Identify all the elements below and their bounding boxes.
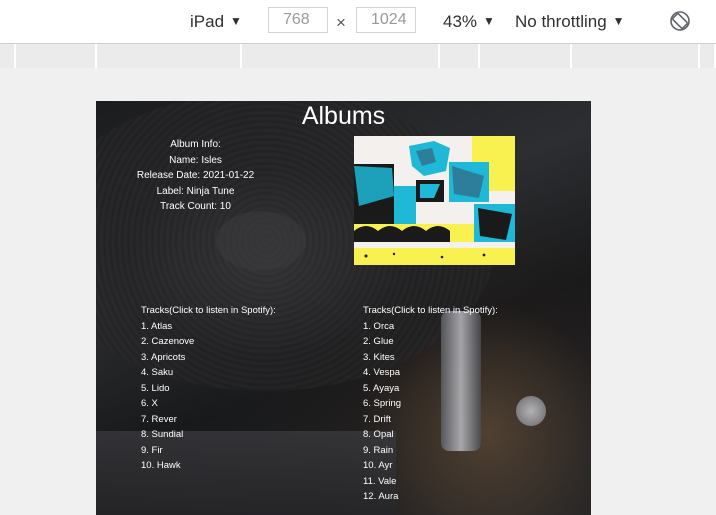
track-item[interactable]: 1. Atlas [141, 319, 276, 335]
media-query-segment[interactable] [440, 44, 480, 68]
track-item[interactable]: 3. Apricots [141, 350, 276, 366]
media-query-segment[interactable] [480, 44, 572, 68]
media-query-segment[interactable] [700, 44, 716, 68]
track-item[interactable]: 12. Aura [363, 489, 498, 505]
media-query-segment[interactable] [242, 44, 440, 68]
track-item[interactable]: 11. Vale [363, 474, 498, 490]
track-item[interactable]: 8. Opal [363, 427, 498, 443]
caret-down-icon: ▼ [483, 14, 495, 28]
device-toolbar: iPad ▼ × 43% ▼ No throttling ▼ [0, 0, 716, 44]
track-item[interactable]: 10. Ayr [363, 458, 498, 474]
zoom-select[interactable]: 43% ▼ [443, 10, 495, 33]
media-query-segment[interactable] [16, 44, 97, 68]
track-item[interactable]: 8. Sundial [141, 427, 276, 443]
track-item[interactable]: 5. Lido [141, 381, 276, 397]
track-item[interactable]: 6. X [141, 396, 276, 412]
track-list-left: Tracks(Click to listen in Spotify): 1. A… [141, 303, 276, 474]
track-item[interactable]: 10. Hawk [141, 458, 276, 474]
album-release-date: Release Date: 2021-01-22 [136, 170, 255, 181]
track-list-right: Tracks(Click to listen in Spotify): 1. O… [363, 303, 498, 505]
throttling-label: No throttling [515, 12, 607, 31]
device-select[interactable]: iPad ▼ [190, 10, 242, 33]
album-track-count: Track Count: 10 [160, 201, 231, 212]
track-item[interactable]: 6. Spring [363, 396, 498, 412]
track-item[interactable]: 4. Saku [141, 365, 276, 381]
rotate-icon[interactable] [669, 10, 691, 32]
track-item[interactable]: 4. Vespa [363, 365, 498, 381]
album-name: Name: Isles [169, 154, 222, 166]
album-info-heading: Album Info: [170, 139, 221, 150]
caret-down-icon: ▼ [612, 14, 625, 28]
media-query-segment[interactable] [97, 44, 242, 68]
track-item[interactable]: 2. Cazenove [141, 334, 276, 350]
media-query-segment[interactable] [572, 44, 700, 68]
album-label: Label: Ninja Tune [156, 185, 235, 197]
track-item[interactable]: 9. Fir [141, 443, 276, 459]
width-input[interactable] [268, 7, 328, 33]
track-item[interactable]: 3. Kites [363, 350, 498, 366]
emulated-viewport: Albums Album Info: Name: Isles Release D… [96, 101, 591, 515]
page-title: Albums [301, 102, 386, 130]
track-list-header: Tracks(Click to listen in Spotify): [141, 305, 276, 316]
height-input[interactable] [356, 7, 416, 33]
track-item[interactable]: 7. Rever [141, 412, 276, 428]
album-info: Album Info: Name: Isles Release Date: 20… [118, 137, 273, 215]
background-record-label [216, 211, 306, 271]
track-item[interactable]: 2. Glue [363, 334, 498, 350]
track-item[interactable]: 1. Orca [363, 319, 498, 335]
device-label: iPad [190, 12, 225, 31]
track-item[interactable]: 5. Ayaya [363, 381, 498, 397]
throttling-select[interactable]: No throttling ▼ [515, 10, 625, 33]
album-cover-image [354, 136, 515, 265]
track-item[interactable]: 7. Drift [363, 412, 498, 428]
caret-down-icon: ▼ [230, 14, 242, 28]
track-item[interactable]: 9. Rain [363, 443, 498, 459]
media-query-segment[interactable] [0, 44, 16, 68]
dimension-separator: × [336, 13, 346, 32]
zoom-label: 43% [443, 12, 478, 31]
track-list-header: Tracks(Click to listen in Spotify): [363, 305, 498, 316]
background-knob [516, 396, 546, 426]
media-query-bar [0, 44, 716, 68]
